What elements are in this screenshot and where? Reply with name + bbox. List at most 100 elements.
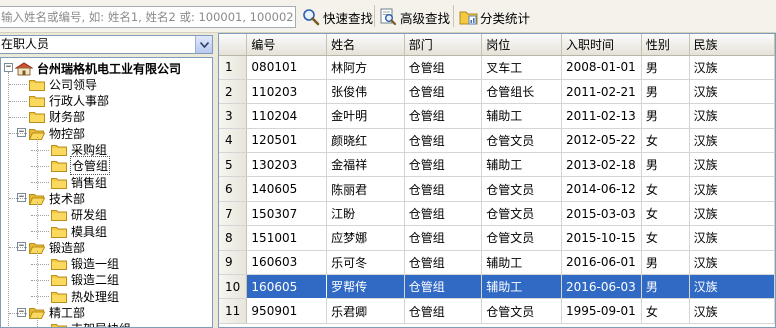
row-number[interactable]: 7 <box>219 201 248 227</box>
table-cell[interactable]: 汉族 <box>689 201 775 227</box>
tree-node[interactable]: 行政人事部 <box>29 93 110 109</box>
table-cell[interactable]: 汉族 <box>689 152 775 178</box>
table-cell[interactable]: 辅助工 <box>481 274 562 300</box>
table-cell[interactable]: 151001 <box>246 225 328 251</box>
table-cell[interactable]: 金福祥 <box>326 152 405 178</box>
table-cell[interactable]: 仓管组 <box>404 225 483 251</box>
table-cell[interactable]: 仓管组 <box>404 298 483 324</box>
tree-node[interactable]: 公司领导 <box>29 76 98 92</box>
table-row[interactable]: 10 160605 罗帮传 仓管组 辅助工 2016-06-03 男汉族 <box>219 274 775 300</box>
table-cell[interactable]: 2008-01-01 <box>561 55 642 80</box>
table-row[interactable]: 8 151001 应梦娜 仓管组 仓管文员 2015-10-15 女汉族 <box>219 225 775 251</box>
table-cell[interactable]: 仓管组 <box>404 103 483 129</box>
table-cell[interactable]: 男 <box>641 103 690 129</box>
table-cell[interactable]: 乐可冬 <box>326 250 405 276</box>
table-cell[interactable]: 男 <box>641 250 690 276</box>
table-cell[interactable]: 仓管文员 <box>481 225 562 251</box>
table-cell[interactable]: 汉族 <box>689 225 775 251</box>
table-cell[interactable]: 仓管组 <box>404 250 483 276</box>
table-cell[interactable]: 1995-09-01 <box>561 298 642 324</box>
row-number[interactable]: 3 <box>219 103 248 129</box>
table-cell[interactable]: 林阿方 <box>326 55 405 80</box>
table-row[interactable]: 7 150307 江盼 仓管组 仓管文员 2015-03-03 女汉族 <box>219 201 775 227</box>
column-header[interactable] <box>219 34 248 56</box>
tree-node[interactable]: 支架导块组 <box>51 321 132 327</box>
table-cell[interactable]: 女 <box>641 225 690 251</box>
table-cell[interactable]: 仓管组 <box>404 152 483 178</box>
department-tree[interactable]: − 台州瑞格机电工业有限公司 公司领导 行政人事部 财务部 − 物控部 采购组 仓管组 销售组 − 技… <box>0 57 213 328</box>
table-cell[interactable]: 张俊伟 <box>326 79 405 105</box>
table-cell[interactable]: 110204 <box>246 103 328 129</box>
table-cell[interactable]: 金叶明 <box>326 103 405 129</box>
advanced-find-button[interactable]: 高级查找 <box>379 5 450 29</box>
category-stats-button[interactable]: 分类统计 <box>459 5 530 29</box>
row-number[interactable]: 2 <box>219 79 248 105</box>
tree-node[interactable]: 热处理组 <box>51 288 120 304</box>
tree-node[interactable]: 仓管组 <box>51 156 111 176</box>
table-cell[interactable]: 汉族 <box>689 298 775 324</box>
tree-node[interactable]: 研发组 <box>51 207 108 223</box>
table-row[interactable]: 2 110203 张俊伟 仓管组 仓管组长 2011-02-21 男汉族 <box>219 79 775 105</box>
table-cell[interactable]: 950901 <box>246 298 328 324</box>
table-cell[interactable]: 2011-02-21 <box>561 79 642 105</box>
table-cell[interactable]: 汉族 <box>689 250 775 276</box>
table-cell[interactable]: 仓管文员 <box>481 298 562 324</box>
table-cell[interactable]: 辅助工 <box>481 103 562 129</box>
table-cell[interactable]: 女 <box>641 176 690 202</box>
table-cell[interactable]: 女 <box>641 298 690 324</box>
row-number[interactable]: 9 <box>219 250 248 276</box>
table-cell[interactable]: 2014-06-12 <box>561 176 642 202</box>
table-cell[interactable]: 150307 <box>246 201 328 227</box>
table-cell[interactable]: 汉族 <box>689 55 775 80</box>
tree-node[interactable]: 销售组 <box>51 174 108 190</box>
table-cell[interactable]: 罗帮传 <box>326 274 405 300</box>
table-cell[interactable]: 男 <box>641 55 690 80</box>
row-number[interactable]: 6 <box>219 176 248 202</box>
table-cell[interactable]: 仓管组 <box>404 274 483 300</box>
table-cell[interactable]: 仓管组 <box>404 55 483 80</box>
table-cell[interactable]: 2016-06-01 <box>561 250 642 276</box>
table-cell[interactable]: 110203 <box>246 79 328 105</box>
tree-node[interactable]: 采购组 <box>51 142 108 158</box>
column-header[interactable]: 性别 <box>641 34 690 56</box>
table-cell[interactable]: 080101 <box>246 55 328 80</box>
table-cell[interactable]: 160605 <box>246 274 328 300</box>
table-cell[interactable]: 仓管文员 <box>481 176 562 202</box>
tree-node[interactable]: 模具组 <box>51 223 108 239</box>
tree-node[interactable]: 锻造二组 <box>51 272 120 288</box>
row-number[interactable]: 11 <box>219 298 248 324</box>
column-header[interactable]: 民族 <box>689 34 775 56</box>
tree-node[interactable]: 财务部 <box>29 109 86 125</box>
table-cell[interactable]: 辅助工 <box>481 250 562 276</box>
table-cell[interactable]: 男 <box>641 152 690 178</box>
chevron-down-icon[interactable] <box>195 36 212 53</box>
table-cell[interactable]: 2012-05-22 <box>561 128 642 154</box>
column-header[interactable]: 岗位 <box>481 34 562 56</box>
table-cell[interactable]: 叉车工 <box>481 55 562 80</box>
table-row[interactable]: 4 120501 颜晓红 仓管组 仓管文员 2012-05-22 女汉族 <box>219 128 775 154</box>
table-cell[interactable]: 2016-06-03 <box>561 274 642 300</box>
table-cell[interactable]: 汉族 <box>689 274 775 300</box>
employee-grid[interactable]: 编号 姓名 部门 岗位 入职时间 性别 民族 1 080101 林阿方 仓管组 叉车工 2008-01… <box>218 33 776 328</box>
table-row[interactable]: 5 130203 金福祥 仓管组 辅助工 2013-02-18 男汉族 <box>219 152 775 178</box>
table-row[interactable]: 11 950901 乐君卿 仓管组 仓管文员 1995-09-01 女汉族 <box>219 298 775 324</box>
table-cell[interactable]: 160603 <box>246 250 328 276</box>
table-cell[interactable]: 辅助工 <box>481 152 562 178</box>
table-cell[interactable]: 仓管组 <box>404 79 483 105</box>
table-cell[interactable]: 2015-10-15 <box>561 225 642 251</box>
table-cell[interactable]: 男 <box>641 274 690 300</box>
column-header[interactable]: 编号 <box>246 34 328 56</box>
collapse-icon[interactable]: − <box>4 63 13 72</box>
table-cell[interactable]: 乐君卿 <box>326 298 405 324</box>
table-row[interactable]: 3 110204 金叶明 仓管组 辅助工 2011-02-13 男汉族 <box>219 103 775 129</box>
row-number[interactable]: 10 <box>219 274 248 300</box>
row-number[interactable]: 4 <box>219 128 248 154</box>
employee-status-select[interactable]: 在职人员 <box>0 35 213 54</box>
table-cell[interactable]: 陈丽君 <box>326 176 405 202</box>
table-cell[interactable]: 男 <box>641 79 690 105</box>
table-cell[interactable]: 汉族 <box>689 176 775 202</box>
table-cell[interactable]: 2015-03-03 <box>561 201 642 227</box>
table-cell[interactable]: 仓管文员 <box>481 128 562 154</box>
column-header[interactable]: 入职时间 <box>561 34 642 56</box>
table-cell[interactable]: 女 <box>641 128 690 154</box>
